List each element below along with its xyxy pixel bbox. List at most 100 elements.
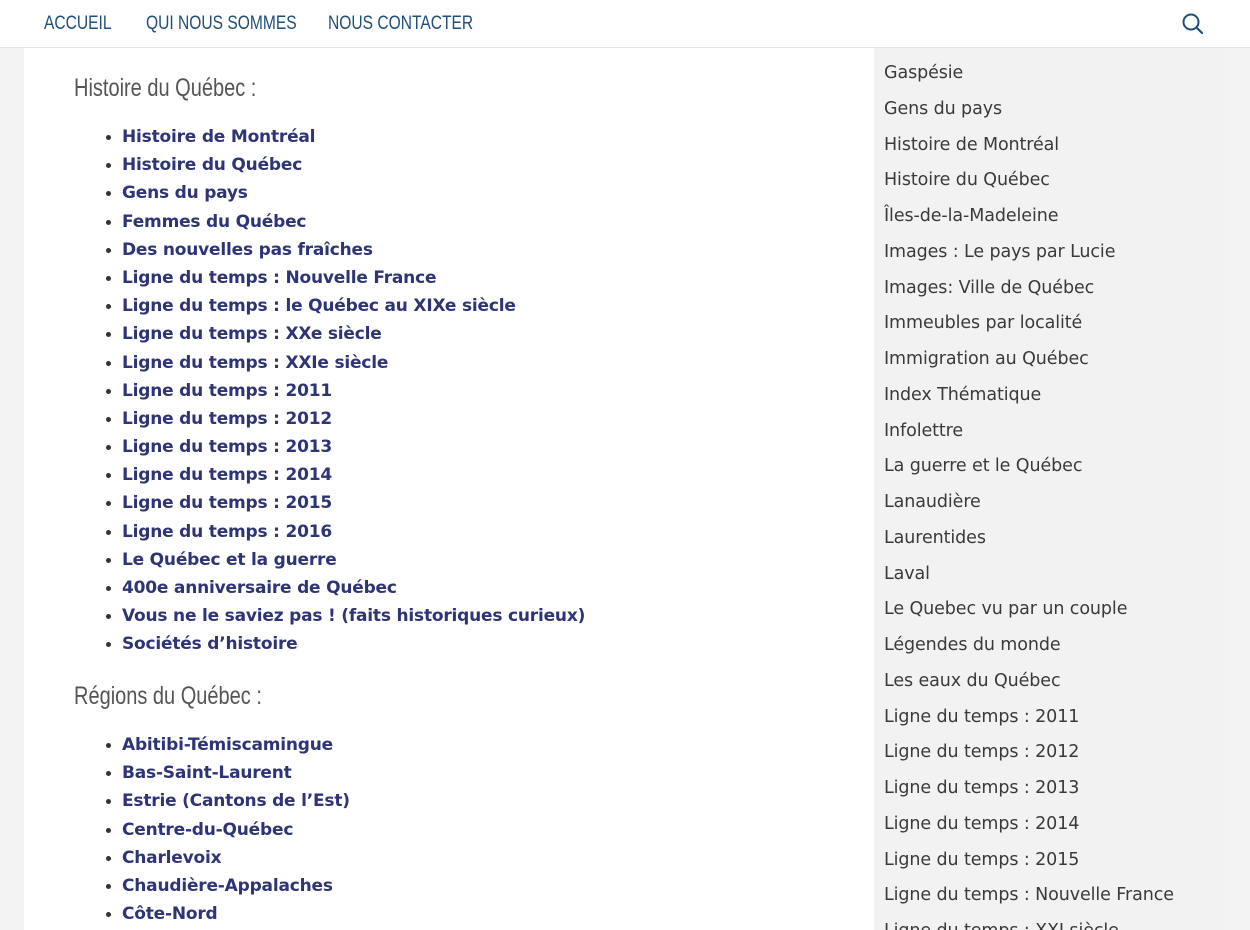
sidebar-link[interactable]: Laurentides xyxy=(884,528,986,548)
nav-qui-nous-sommes[interactable]: QUI NOUS SOMMES xyxy=(146,13,297,35)
region-link[interactable]: Estrie (Cantons de l’Est) xyxy=(122,791,350,811)
sidebar-link[interactable]: Images: Ville de Québec xyxy=(884,278,1094,298)
sidebar-item: Gaspésie xyxy=(884,56,1174,92)
sidebar-link[interactable]: Ligne du temps : 2015 xyxy=(884,850,1079,870)
history-link[interactable]: Des nouvelles pas fraîches xyxy=(122,240,373,260)
sidebar-link[interactable]: Immeubles par localité xyxy=(884,313,1082,333)
sidebar-item: Ligne du temps : 2011 xyxy=(884,700,1174,736)
history-link[interactable]: Sociétés d’histoire xyxy=(122,634,298,654)
sidebar-link[interactable]: Ligne du temps : 2013 xyxy=(884,778,1079,798)
history-link-list: Histoire de Montréal Histoire du Québec … xyxy=(105,123,585,659)
sidebar-item: Images: Ville de Québec xyxy=(884,271,1174,307)
sidebar-item: Histoire de Montréal xyxy=(884,128,1174,164)
region-link[interactable]: Centre-du-Québec xyxy=(122,820,293,840)
list-item: Femmes du Québec xyxy=(105,208,585,236)
sidebar-link[interactable]: Lanaudière xyxy=(884,492,981,512)
regions-link-list: Abitibi-Témiscamingue Bas-Saint-Laurent … xyxy=(106,731,350,928)
region-link[interactable]: Chaudière-Appalaches xyxy=(122,876,333,896)
list-item: Ligne du temps : 2015 xyxy=(105,489,585,517)
sidebar-link[interactable]: Laval xyxy=(884,564,930,584)
region-link[interactable]: Abitibi-Témiscamingue xyxy=(122,735,333,755)
top-navigation-bar: ACCUEIL QUI NOUS SOMMES NOUS CONTACTER xyxy=(0,0,1250,48)
list-item: Ligne du temps : 2013 xyxy=(105,433,585,461)
sidebar-item: Légendes du monde xyxy=(884,628,1174,664)
list-item: Le Québec et la guerre xyxy=(105,546,585,574)
history-link[interactable]: Ligne du temps : Nouvelle France xyxy=(122,268,436,288)
history-link[interactable]: Ligne du temps : 2015 xyxy=(122,493,332,513)
list-item: Ligne du temps : le Québec au XIXe siècl… xyxy=(105,292,585,320)
sidebar-item: Immigration au Québec xyxy=(884,342,1174,378)
list-item: Ligne du temps : 2014 xyxy=(105,461,585,489)
history-link[interactable]: Histoire de Montréal xyxy=(122,127,315,147)
list-item: Ligne du temps : 2011 xyxy=(105,377,585,405)
history-link[interactable]: 400e anniversaire de Québec xyxy=(122,578,397,598)
search-button[interactable] xyxy=(1180,11,1206,37)
sidebar-link[interactable]: Ligne du temps : 2012 xyxy=(884,742,1079,762)
sidebar-link[interactable]: Ligne du temps : XXI siècle xyxy=(884,921,1119,930)
sidebar-item: Histoire du Québec xyxy=(884,163,1174,199)
sidebar-link[interactable]: Le Quebec vu par un couple xyxy=(884,599,1127,619)
history-heading: Histoire du Québec : xyxy=(74,74,257,102)
list-item: Ligne du temps : 2016 xyxy=(105,518,585,546)
sidebar-link[interactable]: Îles-de-la-Madeleine xyxy=(884,206,1058,226)
sidebar-link[interactable]: Histoire de Montréal xyxy=(884,135,1059,155)
sidebar-link[interactable]: Index Thématique xyxy=(884,385,1041,405)
sidebar-link[interactable]: Les eaux du Québec xyxy=(884,671,1061,691)
sidebar-item: Ligne du temps : 2012 xyxy=(884,735,1174,771)
regions-heading: Régions du Québec : xyxy=(74,682,262,710)
sidebar-link[interactable]: Immigration au Québec xyxy=(884,349,1089,369)
search-icon xyxy=(1182,13,1204,35)
list-item: Des nouvelles pas fraîches xyxy=(105,236,585,264)
history-link[interactable]: Femmes du Québec xyxy=(122,212,307,232)
history-link[interactable]: Ligne du temps : 2014 xyxy=(122,465,332,485)
sidebar-link[interactable]: Gens du pays xyxy=(884,99,1002,119)
history-link[interactable]: Ligne du temps : XXIe siècle xyxy=(122,353,388,373)
sidebar-link[interactable]: Ligne du temps : 2014 xyxy=(884,814,1079,834)
sidebar-item: Ligne du temps : 2014 xyxy=(884,807,1174,843)
list-item: Centre-du-Québec xyxy=(106,816,350,844)
list-item: Estrie (Cantons de l’Est) xyxy=(106,787,350,815)
history-link[interactable]: Histoire du Québec xyxy=(122,155,302,175)
sidebar-item: La guerre et le Québec xyxy=(884,449,1174,485)
list-item: Histoire du Québec xyxy=(105,151,585,179)
sidebar-item: Le Quebec vu par un couple xyxy=(884,592,1174,628)
sidebar-link[interactable]: Ligne du temps : Nouvelle France xyxy=(884,885,1174,905)
sidebar-link[interactable]: Gaspésie xyxy=(884,63,963,83)
sidebar-link[interactable]: Images : Le pays par Lucie xyxy=(884,242,1115,262)
history-link[interactable]: Ligne du temps : 2012 xyxy=(122,409,332,429)
list-item: Côte-Nord xyxy=(106,900,350,928)
nav-nous-contacter[interactable]: NOUS CONTACTER xyxy=(328,13,473,35)
history-link[interactable]: Ligne du temps : XXe siècle xyxy=(122,324,382,344)
sidebar-item: Ligne du temps : 2015 xyxy=(884,843,1174,879)
sidebar-item: Îles-de-la-Madeleine xyxy=(884,199,1174,235)
sidebar-category-list: Gaspésie Gens du pays Histoire de Montré… xyxy=(884,56,1174,930)
history-link[interactable]: Ligne du temps : 2011 xyxy=(122,381,332,401)
sidebar-link[interactable]: Infolettre xyxy=(884,421,963,441)
sidebar-link[interactable]: La guerre et le Québec xyxy=(884,456,1082,476)
region-link[interactable]: Bas-Saint-Laurent xyxy=(122,763,292,783)
region-link[interactable]: Charlevoix xyxy=(122,848,222,868)
history-link[interactable]: Le Québec et la guerre xyxy=(122,550,337,570)
list-item: 400e anniversaire de Québec xyxy=(105,574,585,602)
history-link[interactable]: Ligne du temps : 2016 xyxy=(122,522,332,542)
nav-accueil[interactable]: ACCUEIL xyxy=(44,13,112,35)
list-item: Bas-Saint-Laurent xyxy=(106,759,350,787)
list-item: Vous ne le saviez pas ! (faits historiqu… xyxy=(105,602,585,630)
list-item: Ligne du temps : Nouvelle France xyxy=(105,264,585,292)
sidebar-link[interactable]: Histoire du Québec xyxy=(884,170,1050,190)
sidebar-item: Index Thématique xyxy=(884,378,1174,414)
history-link[interactable]: Ligne du temps : 2013 xyxy=(122,437,332,457)
sidebar-link[interactable]: Ligne du temps : 2011 xyxy=(884,707,1079,727)
right-gutter xyxy=(1226,48,1250,930)
sidebar-link[interactable]: Légendes du monde xyxy=(884,635,1061,655)
history-link[interactable]: Ligne du temps : le Québec au XIXe siècl… xyxy=(122,296,516,316)
region-link[interactable]: Côte-Nord xyxy=(122,904,218,924)
list-item: Sociétés d’histoire xyxy=(105,630,585,658)
list-item: Histoire de Montréal xyxy=(105,123,585,151)
history-link[interactable]: Gens du pays xyxy=(122,183,248,203)
sidebar-item: Lanaudière xyxy=(884,485,1174,521)
sidebar-item: Ligne du temps : XXI siècle xyxy=(884,914,1174,930)
category-sidebar: Gaspésie Gens du pays Histoire de Montré… xyxy=(874,48,1226,930)
list-item: Ligne du temps : 2012 xyxy=(105,405,585,433)
history-link[interactable]: Vous ne le saviez pas ! (faits historiqu… xyxy=(122,606,585,626)
